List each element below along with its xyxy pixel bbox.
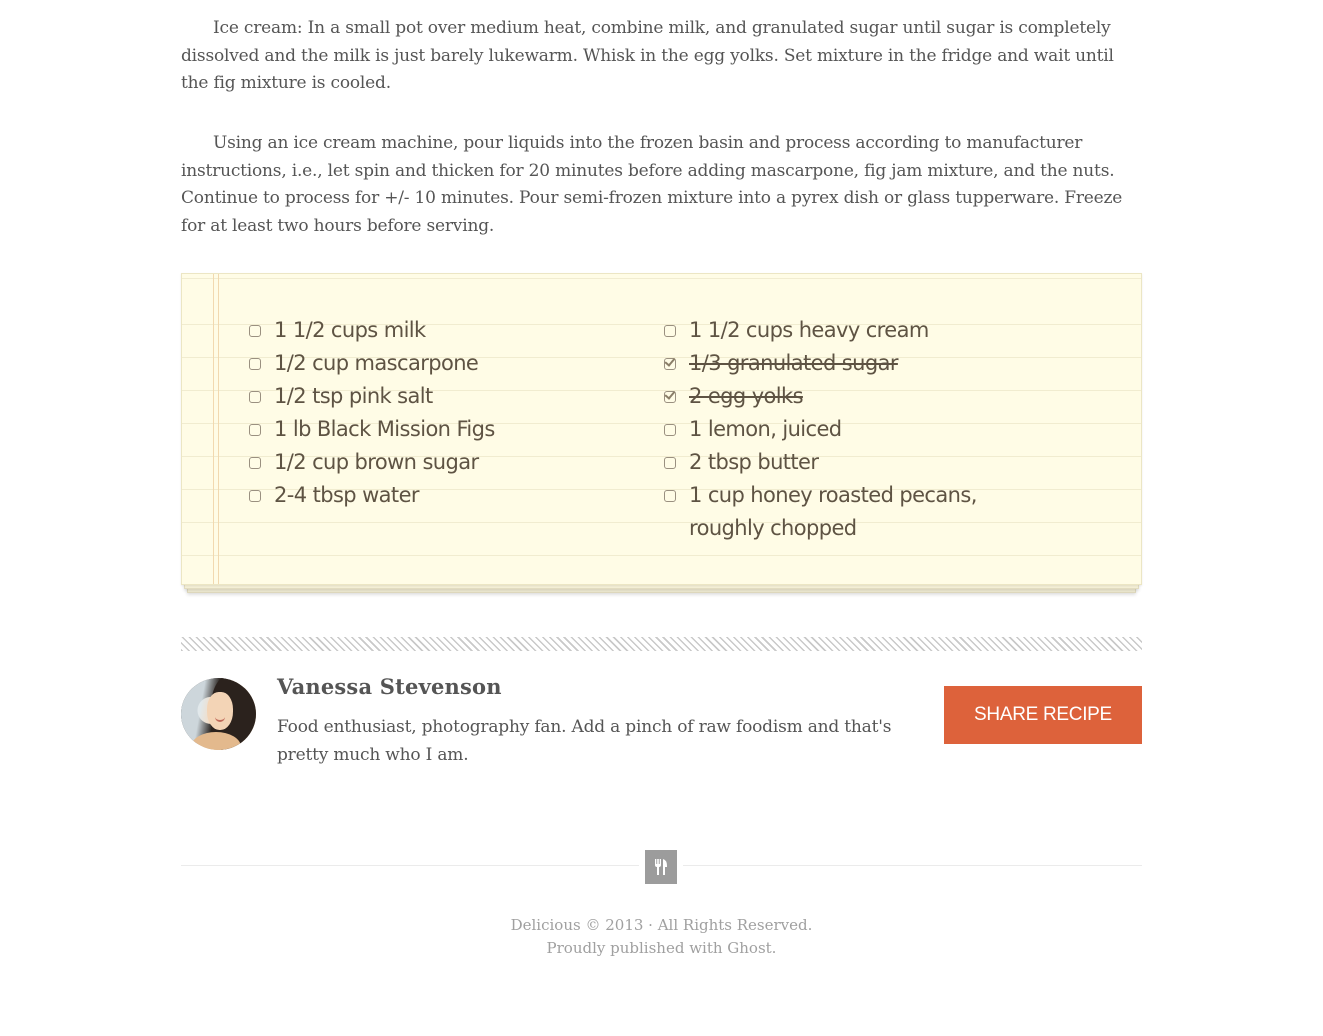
ingredient-item[interactable]: 2 egg yolks bbox=[662, 380, 1022, 413]
ingredient-item[interactable]: 1 lemon, juiced bbox=[662, 413, 1022, 446]
author-avatar[interactable] bbox=[181, 678, 256, 750]
ingredient-label: 1 cup honey roasted pecans, roughly chop… bbox=[689, 483, 977, 540]
fork-knife-glyph bbox=[655, 859, 667, 875]
notepad-margin-line bbox=[213, 274, 214, 584]
machine-paragraph: Using an ice cream machine, pour liquids… bbox=[181, 133, 1123, 236]
ingredient-item[interactable]: 2-4 tbsp water bbox=[247, 479, 647, 512]
ingredient-label: 1/2 cup mascarpone bbox=[274, 351, 479, 375]
checkbox[interactable] bbox=[249, 391, 261, 403]
checkbox[interactable] bbox=[249, 424, 261, 436]
section-divider bbox=[181, 637, 1142, 651]
checkbox[interactable] bbox=[664, 490, 676, 502]
ingredients-column-right: 1 1/2 cups heavy cream 1/3 granulated su… bbox=[662, 314, 1022, 545]
ingredients-column-left: 1 1/2 cups milk 1/2 cup mascarpone 1/2 t… bbox=[247, 314, 647, 512]
author-bio: Food enthusiast, photography fan. Add a … bbox=[277, 717, 892, 765]
checkbox[interactable] bbox=[249, 358, 261, 370]
share-recipe-button[interactable]: SHARE RECIPE bbox=[944, 686, 1142, 744]
ingredient-label: 2 tbsp butter bbox=[689, 450, 819, 474]
ingredient-label: 1 1/2 cups milk bbox=[274, 318, 426, 342]
footer-credits: Delicious © 2013 · All Rights Reserved. … bbox=[181, 914, 1142, 960]
checkbox[interactable] bbox=[249, 490, 261, 502]
ingredient-item[interactable]: 1/3 granulated sugar bbox=[662, 347, 1022, 380]
author-name[interactable]: Vanessa Stevenson bbox=[277, 674, 502, 699]
notepad-margin-line bbox=[218, 274, 219, 584]
ingredient-item[interactable]: 1 cup honey roasted pecans, roughly chop… bbox=[662, 479, 1022, 545]
ingredient-label: 1 lb Black Mission Figs bbox=[274, 417, 495, 441]
ice-cream-paragraph: Ice cream: In a small pot over medium he… bbox=[181, 18, 1114, 93]
ingredient-item[interactable]: 1 lb Black Mission Figs bbox=[247, 413, 647, 446]
footer-copyright: Delicious © 2013 · All Rights Reserved. bbox=[510, 916, 813, 934]
ingredient-label: 2-4 tbsp water bbox=[274, 483, 420, 507]
ingredient-item[interactable]: 1 1/2 cups heavy cream bbox=[662, 314, 1022, 347]
ingredient-label: 1 1/2 cups heavy cream bbox=[689, 318, 929, 342]
checkbox[interactable] bbox=[664, 358, 676, 370]
notepad-sheet: 1 1/2 cups milk 1/2 cup mascarpone 1/2 t… bbox=[181, 273, 1142, 585]
ingredient-label: 1/3 granulated sugar bbox=[689, 351, 898, 375]
ghost-link[interactable]: Proudly published with Ghost. bbox=[547, 939, 777, 957]
ingredient-item[interactable]: 1/2 cup mascarpone bbox=[247, 347, 647, 380]
ingredient-label: 2 egg yolks bbox=[689, 384, 804, 408]
checkbox[interactable] bbox=[249, 457, 261, 469]
checkbox[interactable] bbox=[249, 325, 261, 337]
checkbox[interactable] bbox=[664, 325, 676, 337]
ingredient-label: 1/2 cup brown sugar bbox=[274, 450, 479, 474]
ingredient-item[interactable]: 1/2 cup brown sugar bbox=[247, 446, 647, 479]
ingredient-item[interactable]: 1 1/2 cups milk bbox=[247, 314, 647, 347]
checkbox[interactable] bbox=[664, 424, 676, 436]
ingredient-item[interactable]: 2 tbsp butter bbox=[662, 446, 1022, 479]
ingredient-label: 1 lemon, juiced bbox=[689, 417, 842, 441]
ingredient-label: 1/2 tsp pink salt bbox=[274, 384, 433, 408]
ingredient-item[interactable]: 1/2 tsp pink salt bbox=[247, 380, 647, 413]
checkbox[interactable] bbox=[664, 391, 676, 403]
checkbox[interactable] bbox=[664, 457, 676, 469]
ingredients-notepad: 1 1/2 cups milk 1/2 cup mascarpone 1/2 t… bbox=[181, 273, 1142, 593]
fork-knife-icon bbox=[645, 850, 677, 884]
